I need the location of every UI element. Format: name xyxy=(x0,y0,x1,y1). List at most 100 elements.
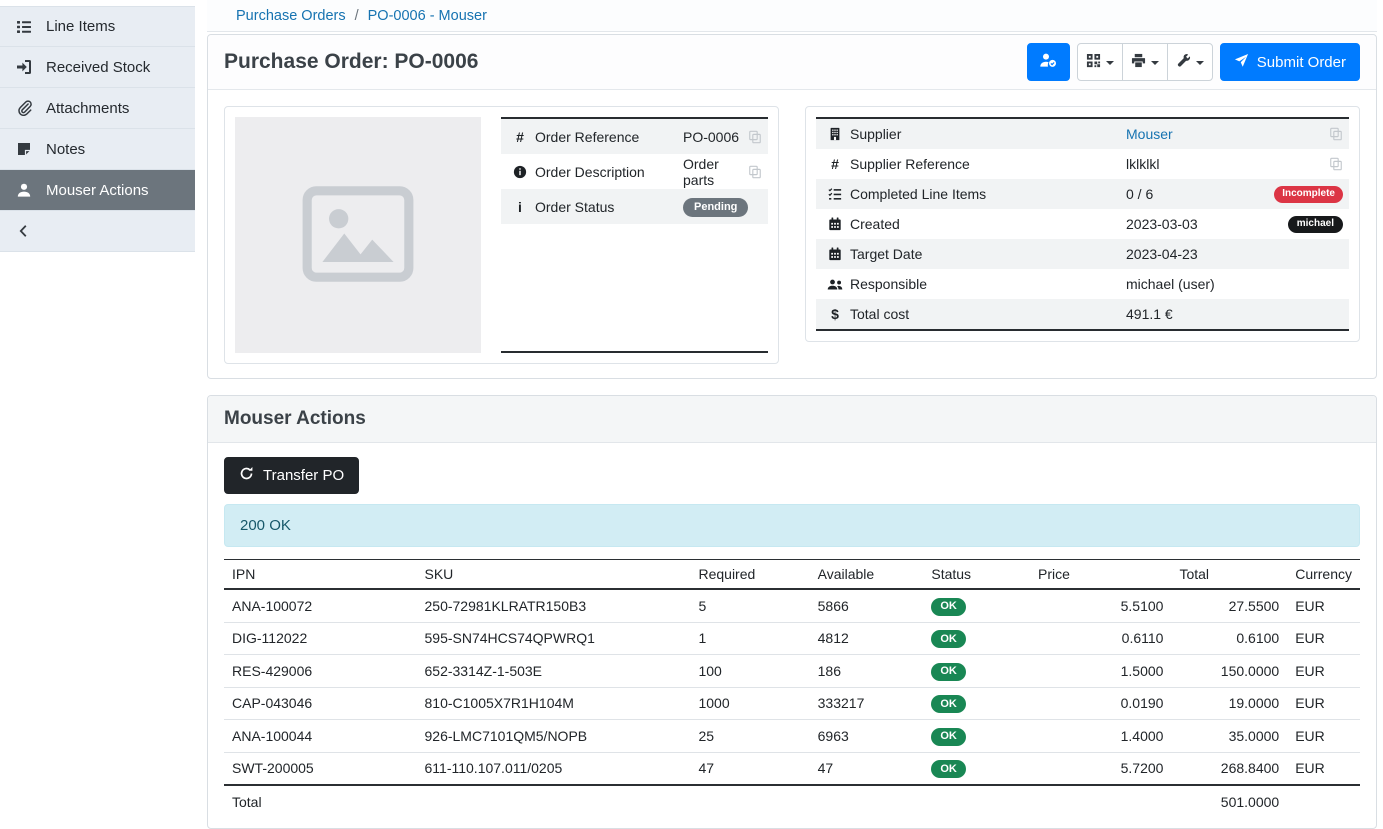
sidebar-item-line-items[interactable]: Line Items xyxy=(0,6,195,47)
cell-sku: 926-LMC7101QM5/NOPB xyxy=(417,720,691,753)
cell-available: 4812 xyxy=(810,622,924,655)
barcode-actions-button[interactable] xyxy=(1077,43,1123,81)
ok-badge: OK xyxy=(931,630,966,648)
footer-total-value: 501.0000 xyxy=(1171,785,1287,818)
chevron-left-icon xyxy=(15,223,33,239)
table-row: ANA-100044 926-LMC7101QM5/NOPB 25 6963 O… xyxy=(224,720,1360,753)
submit-order-button[interactable]: Submit Order xyxy=(1220,43,1360,81)
copy-icon[interactable] xyxy=(1329,127,1343,141)
target-date-label: Target Date xyxy=(850,246,1126,262)
cell-status: OK xyxy=(923,752,1030,785)
order-details-section: # Order Reference PO-0006 xyxy=(208,90,1376,378)
user-icon xyxy=(15,182,33,198)
admin-actions-button[interactable] xyxy=(1167,43,1213,81)
sidebar-item-received-stock[interactable]: Received Stock xyxy=(0,47,195,88)
completed-line-items-label: Completed Line Items xyxy=(850,186,1126,202)
header-total: Total xyxy=(1171,560,1287,590)
ok-badge: OK xyxy=(931,663,966,681)
cell-status: OK xyxy=(923,655,1030,688)
transfer-po-button[interactable]: Transfer PO xyxy=(224,457,359,494)
breadcrumb-separator: / xyxy=(355,8,359,24)
cell-status: OK xyxy=(923,589,1030,622)
copy-icon[interactable] xyxy=(1329,157,1343,171)
cell-price: 0.0190 xyxy=(1030,687,1171,720)
copy-icon[interactable] xyxy=(748,130,762,144)
line-items-table: IPN SKU Required Available Status Price … xyxy=(224,559,1360,818)
order-image-placeholder[interactable] xyxy=(235,117,481,353)
cell-currency: EUR xyxy=(1287,687,1360,720)
header-currency: Currency xyxy=(1287,560,1360,590)
sign-in-icon xyxy=(15,59,33,75)
cell-available: 47 xyxy=(810,752,924,785)
caret-down-icon xyxy=(1151,61,1159,65)
cell-available: 333217 xyxy=(810,687,924,720)
supplier-link[interactable]: Mouser xyxy=(1126,126,1173,142)
user-action-button[interactable] xyxy=(1027,43,1070,81)
cell-currency: EUR xyxy=(1287,752,1360,785)
status-badge: Pending xyxy=(683,198,748,217)
footer-total-label: Total xyxy=(224,785,417,818)
cell-total: 268.8400 xyxy=(1171,752,1287,785)
sidebar-item-mouser-actions[interactable]: Mouser Actions xyxy=(0,170,195,211)
supplier-reference-value: lklklkl xyxy=(1126,156,1321,172)
user-check-icon xyxy=(1039,52,1058,72)
cell-sku: 810-C1005X7R1H104M xyxy=(417,687,691,720)
cell-status: OK xyxy=(923,720,1030,753)
cell-status: OK xyxy=(923,622,1030,655)
cell-ipn: SWT-200005 xyxy=(224,752,417,785)
supplier-reference-row: # Supplier Reference lklklkl xyxy=(816,149,1349,179)
cell-total: 0.6100 xyxy=(1171,622,1287,655)
purchase-order-panel: Purchase Order: PO-0006 xyxy=(207,34,1377,379)
calendar-icon xyxy=(820,217,850,231)
header-required: Required xyxy=(690,560,809,590)
sidebar-item-attachments[interactable]: Attachments xyxy=(0,88,195,129)
calendar-icon xyxy=(820,247,850,261)
cell-required: 25 xyxy=(690,720,809,753)
breadcrumb-current-order[interactable]: PO-0006 - Mouser xyxy=(368,8,487,24)
cell-total: 35.0000 xyxy=(1171,720,1287,753)
list-icon xyxy=(15,19,33,35)
responsible-row: Responsible michael (user) xyxy=(816,269,1349,299)
supplier-label: Supplier xyxy=(850,126,1126,142)
sidebar-item-notes[interactable]: Notes xyxy=(0,129,195,170)
created-value: 2023-03-03 xyxy=(1126,216,1280,232)
table-footer-row: Total 501.0000 xyxy=(224,785,1360,818)
cell-available: 186 xyxy=(810,655,924,688)
breadcrumb-purchase-orders[interactable]: Purchase Orders xyxy=(236,8,346,24)
responsible-label: Responsible xyxy=(850,276,1126,292)
header-ipn: IPN xyxy=(224,560,417,590)
total-cost-label: Total cost xyxy=(850,306,1126,322)
info-circle-icon xyxy=(505,165,535,179)
mouser-actions-body: Transfer PO 200 OK IPN SKU Required Avai… xyxy=(208,443,1376,828)
total-cost-value: 491.1 € xyxy=(1126,306,1343,322)
order-description-row: Order Description Order parts xyxy=(501,154,768,189)
cell-currency: EUR xyxy=(1287,655,1360,688)
copy-icon[interactable] xyxy=(748,165,762,179)
cell-ipn: CAP-043046 xyxy=(224,687,417,720)
order-reference-row: # Order Reference PO-0006 xyxy=(501,119,768,154)
cell-price: 5.7200 xyxy=(1030,752,1171,785)
cell-ipn: DIG-112022 xyxy=(224,622,417,655)
order-description-label: Order Description xyxy=(535,164,683,180)
cell-required: 47 xyxy=(690,752,809,785)
sidebar-collapse-button[interactable] xyxy=(0,211,195,252)
sidebar-item-label: Mouser Actions xyxy=(46,182,149,199)
refresh-icon xyxy=(239,466,254,485)
header-sku: SKU xyxy=(417,560,691,590)
order-status-value: Pending xyxy=(683,197,762,217)
hash-icon: # xyxy=(505,129,535,145)
qrcode-icon xyxy=(1086,53,1101,72)
ok-badge: OK xyxy=(931,695,966,713)
cell-total: 150.0000 xyxy=(1171,655,1287,688)
sidebar-item-label: Attachments xyxy=(46,100,129,117)
cell-price: 0.6110 xyxy=(1030,622,1171,655)
breadcrumb: Purchase Orders / PO-0006 - Mouser xyxy=(207,0,1377,32)
header-available: Available xyxy=(810,560,924,590)
paper-plane-icon xyxy=(1234,53,1249,72)
target-date-value: 2023-04-23 xyxy=(1126,246,1343,262)
table-header-row: IPN SKU Required Available Status Price … xyxy=(224,560,1360,590)
order-status-row: i Order Status Pending xyxy=(501,189,768,224)
completed-line-items-value: 0 / 6 xyxy=(1126,186,1266,202)
ok-badge: OK xyxy=(931,598,966,616)
print-actions-button[interactable] xyxy=(1122,43,1168,81)
